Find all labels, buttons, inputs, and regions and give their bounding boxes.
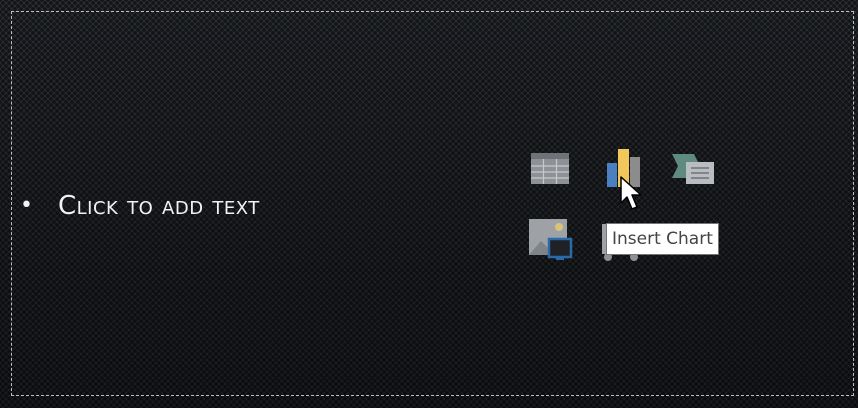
insert-chart-tooltip: Insert Chart: [606, 223, 719, 255]
click-to-add-text[interactable]: Click to add text: [58, 186, 260, 226]
text-placeholder-line[interactable]: • Click to add text: [20, 186, 260, 226]
insert-picture-button[interactable]: [527, 216, 573, 262]
chart-icon: [607, 149, 640, 187]
insert-smartart-button[interactable]: [670, 145, 716, 191]
table-icon: [531, 153, 569, 184]
insert-table-button[interactable]: [527, 145, 573, 191]
bullet-point: •: [20, 193, 33, 218]
smartart-icon: [672, 154, 714, 184]
insert-chart-button[interactable]: [598, 145, 644, 191]
picture-icon: [529, 219, 573, 260]
